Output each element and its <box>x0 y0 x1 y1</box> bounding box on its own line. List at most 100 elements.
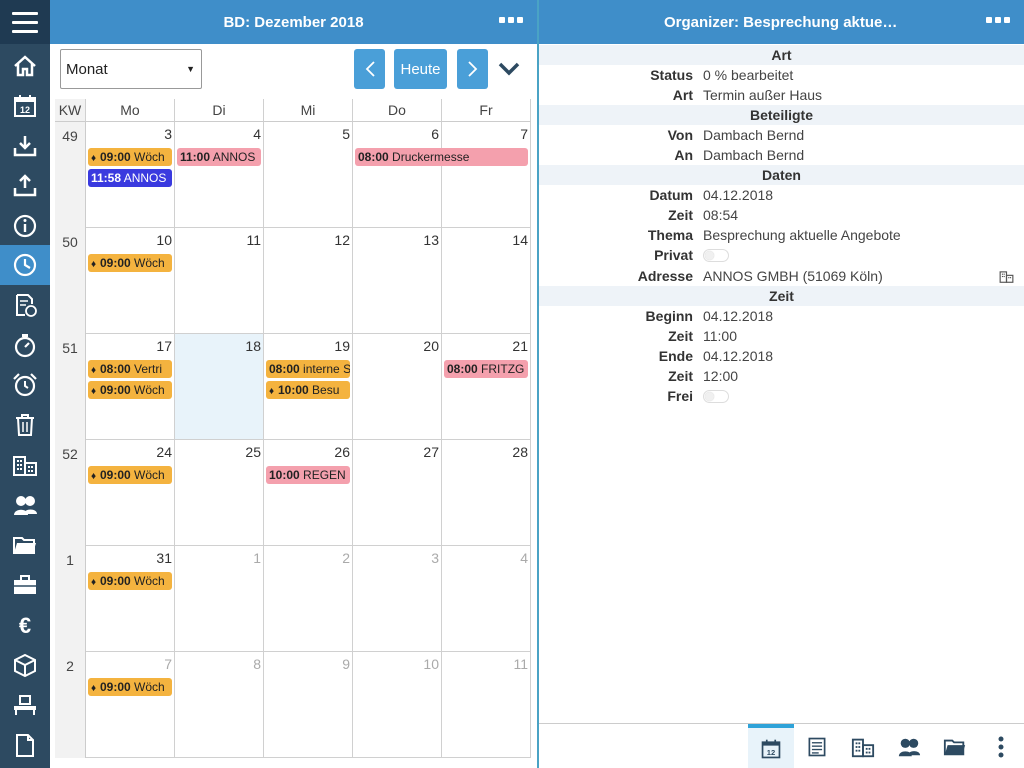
organizer-header: Organizer: Besprechung aktue… <box>539 0 1024 44</box>
day-cell[interactable]: 11 <box>175 228 264 334</box>
day-number: 19 <box>334 338 350 354</box>
day-cell[interactable]: 10 ♦ 09:00 Wöch <box>86 228 175 334</box>
briefcase-icon[interactable] <box>0 565 50 605</box>
tab-list[interactable] <box>794 724 840 768</box>
tab-calendar[interactable]: 12 <box>748 724 794 768</box>
calendar-event-multiday[interactable]: 08:00 Druckermesse <box>355 148 528 166</box>
page-icon[interactable] <box>0 725 50 765</box>
day-cell[interactable]: 10 <box>353 652 442 758</box>
stopwatch-icon[interactable] <box>0 325 50 365</box>
day-number: 6 <box>431 126 439 142</box>
upload-icon[interactable] <box>0 166 50 206</box>
calendar-event[interactable]: ♦ 09:00 Wöch <box>88 381 172 399</box>
day-cell[interactable]: 12 <box>264 228 353 334</box>
conveyor-icon[interactable] <box>0 685 50 725</box>
day-cell[interactable]: 3 ♦ 09:00 Wöch 11:58 ANNOS <box>86 122 175 228</box>
week-number: 51 <box>55 334 86 440</box>
day-cell[interactable]: 3 <box>353 546 442 652</box>
day-cell[interactable]: 18 <box>175 334 264 440</box>
day-cell[interactable]: 8 <box>175 652 264 758</box>
calendar-event[interactable]: 08:00 FRITZG <box>444 360 528 378</box>
field-label: An <box>674 147 693 163</box>
day-cell[interactable]: 4 <box>442 546 531 652</box>
contacts-icon[interactable] <box>0 485 50 525</box>
calendar-event[interactable]: ♦ 08:00 Vertri <box>88 360 172 378</box>
calendar-event[interactable]: ♦ 10:00 Besu <box>266 381 350 399</box>
field-label: Zeit <box>668 207 693 223</box>
day-cell[interactable]: 19 08:00 interne S ♦ 10:00 Besu <box>264 334 353 440</box>
repeat-icon: ♦ <box>91 471 97 482</box>
day-cell[interactable]: 26 10:00 REGEN <box>264 440 353 546</box>
calendar-event[interactable]: 10:00 REGEN <box>266 466 350 484</box>
home-icon[interactable] <box>0 46 50 86</box>
calendar-event[interactable]: ♦ 09:00 Wöch <box>88 148 172 166</box>
day-cell[interactable]: 11 <box>442 652 531 758</box>
folder-icon[interactable] <box>0 525 50 565</box>
tab-folder[interactable] <box>932 724 978 768</box>
expand-button[interactable] <box>494 55 524 83</box>
day-cell[interactable]: 2 <box>264 546 353 652</box>
more-vertical-icon <box>998 736 1004 757</box>
field-label: Zeit <box>668 368 693 384</box>
calendar-event[interactable]: 08:00 interne S <box>266 360 350 378</box>
day-number: 27 <box>423 444 439 460</box>
calendar-event[interactable]: ♦ 09:00 Wöch <box>88 678 172 696</box>
day-cell[interactable]: 24 ♦ 09:00 Wöch <box>86 440 175 546</box>
view-select[interactable]: Monat ▼ <box>60 49 202 89</box>
field-value: Dambach Bernd <box>703 147 805 163</box>
day-cell[interactable]: 14 <box>442 228 531 334</box>
day-cell[interactable]: 4 11:00 ANNOS <box>175 122 264 228</box>
field-value: Termin außer Haus <box>703 87 823 103</box>
privat-toggle[interactable] <box>703 249 729 262</box>
box-icon[interactable] <box>0 645 50 685</box>
svg-text:12: 12 <box>20 105 30 115</box>
menu-button[interactable] <box>0 0 50 44</box>
day-cell[interactable]: 7 <box>442 122 531 228</box>
day-cell[interactable]: 27 <box>353 440 442 546</box>
field-frei: Frei <box>539 386 1024 406</box>
calendar-event[interactable]: 11:00 ANNOS <box>177 148 261 166</box>
frei-toggle[interactable] <box>703 390 729 403</box>
trash-icon[interactable] <box>0 405 50 445</box>
day-cell[interactable]: 5 <box>264 122 353 228</box>
day-cell[interactable]: 25 <box>175 440 264 546</box>
buildings-icon[interactable] <box>0 445 50 485</box>
buildings-icon[interactable] <box>999 269 1014 284</box>
folder-icon <box>943 739 966 755</box>
day-cell[interactable]: 21 08:00 FRITZG <box>442 334 531 440</box>
tab-contacts[interactable] <box>886 724 932 768</box>
day-cell[interactable]: 6 <box>353 122 442 228</box>
day-cell[interactable]: 1 <box>175 546 264 652</box>
euro-icon[interactable]: € <box>0 605 50 645</box>
tab-buildings[interactable] <box>840 724 886 768</box>
calendar-event[interactable]: 11:58 ANNOS <box>88 169 172 187</box>
day-cell[interactable]: 17 ♦ 08:00 Vertri ♦ 09:00 Wöch <box>86 334 175 440</box>
download-icon[interactable] <box>0 126 50 166</box>
calendar-event[interactable]: ♦ 09:00 Wöch <box>88 254 172 272</box>
calendar-event[interactable]: ♦ 09:00 Wöch <box>88 572 172 590</box>
field-label: Beginn <box>645 308 693 324</box>
day-cell[interactable]: 7 ♦ 09:00 Wöch <box>86 652 175 758</box>
calendar-icon[interactable]: 12 <box>0 86 50 126</box>
day-cell[interactable]: 31 ♦ 09:00 Wöch <box>86 546 175 652</box>
event-time: 08:00 <box>269 362 300 376</box>
alarm-icon[interactable] <box>0 365 50 405</box>
info-icon[interactable] <box>0 206 50 246</box>
event-time: 10:00 <box>278 383 309 397</box>
tab-more[interactable] <box>978 724 1024 768</box>
more-icon[interactable] <box>986 17 1010 23</box>
day-number: 3 <box>431 550 439 566</box>
contacts-icon <box>898 738 921 756</box>
more-icon[interactable] <box>499 17 523 23</box>
day-cell[interactable]: 28 <box>442 440 531 546</box>
next-month-button[interactable] <box>457 49 488 89</box>
day-cell[interactable]: 20 <box>353 334 442 440</box>
day-cell[interactable]: 9 <box>264 652 353 758</box>
prev-month-button[interactable] <box>354 49 385 89</box>
clock-icon[interactable] <box>0 245 50 285</box>
view-select-value: Monat <box>66 60 108 78</box>
day-cell[interactable]: 13 <box>353 228 442 334</box>
today-button[interactable]: Heute <box>394 49 447 89</box>
calendar-event[interactable]: ♦ 09:00 Wöch <box>88 466 172 484</box>
document-clock-icon[interactable] <box>0 285 50 325</box>
